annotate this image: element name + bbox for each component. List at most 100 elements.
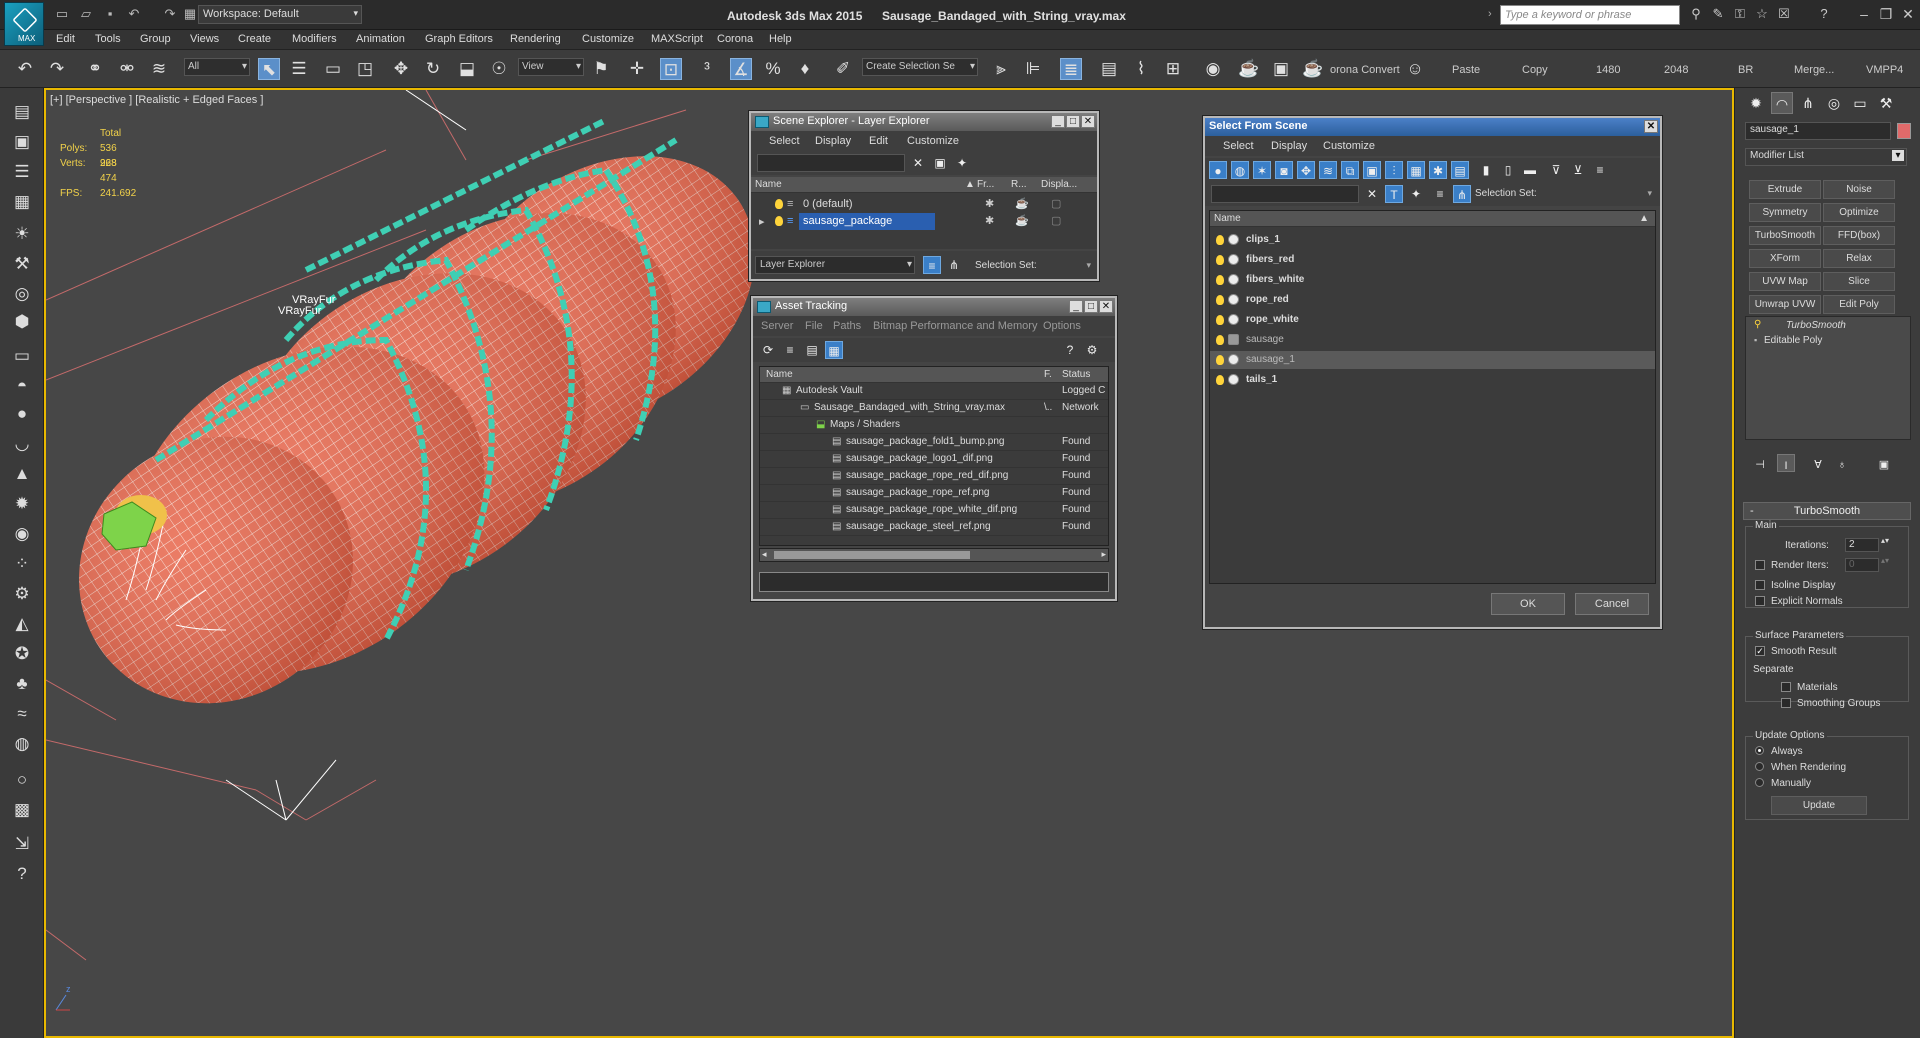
named-selection-sets-dropdown[interactable]: Create Selection Se ▾: [862, 58, 978, 76]
minimize-button[interactable]: _: [1069, 300, 1083, 313]
se-col-render[interactable]: R...: [1011, 179, 1027, 190]
filter-groups-icon[interactable]: ⧉: [1341, 161, 1359, 179]
layer-visibility-icon[interactable]: [775, 216, 783, 226]
menu-edit[interactable]: Edit: [56, 33, 75, 45]
texture-icon[interactable]: ◍: [10, 732, 34, 756]
sphere-icon[interactable]: ●: [10, 402, 34, 426]
modifier-button-turbosmooth[interactable]: TurboSmooth: [1749, 226, 1821, 245]
freeze-icon[interactable]: ✱: [985, 214, 994, 227]
ball-icon[interactable]: ○: [10, 768, 34, 792]
add-selection-icon[interactable]: ✦: [1407, 185, 1425, 203]
modifier-button-symmetry[interactable]: Symmetry: [1749, 203, 1821, 222]
edit-named-selection-icon[interactable]: ✐: [832, 58, 854, 80]
favorites-icon[interactable]: ☆: [1754, 6, 1770, 22]
copy-button[interactable]: Copy: [1522, 64, 1548, 76]
at-menu-options[interactable]: Options: [1043, 320, 1081, 332]
globe-icon[interactable]: ✪: [10, 642, 34, 666]
thumbnail-view-icon[interactable]: ▤: [803, 341, 821, 359]
disc-icon[interactable]: ◉: [10, 522, 34, 546]
unlink-icon[interactable]: ⚮: [116, 58, 138, 80]
export-icon[interactable]: ⇲: [10, 832, 34, 856]
update-button[interactable]: Update: [1771, 796, 1867, 815]
smoothing-groups-checkbox[interactable]: [1781, 698, 1791, 708]
object-name-input[interactable]: sausage_1: [1745, 122, 1891, 140]
spinner-snap-icon[interactable]: ♦: [794, 58, 816, 80]
rect-selection-icon[interactable]: ▭: [322, 58, 344, 80]
se-menu-select[interactable]: Select: [769, 135, 800, 147]
sausage-model[interactable]: [46, 101, 806, 756]
configure-sets-icon[interactable]: ▣: [1875, 454, 1893, 472]
ok-button[interactable]: OK: [1491, 593, 1565, 615]
corona-icon[interactable]: ☺: [1404, 58, 1426, 80]
render-teapot-icon[interactable]: ☕: [1015, 214, 1029, 227]
manually-radio[interactable]: [1755, 778, 1764, 787]
menu-create[interactable]: Create: [238, 33, 271, 45]
hierarchy-tab-icon[interactable]: ⋔: [1797, 92, 1819, 114]
bind-spacewarp-icon[interactable]: ≋: [148, 58, 170, 80]
particles-icon[interactable]: ⁘: [10, 552, 34, 576]
maximize-button[interactable]: □: [1066, 115, 1080, 128]
at-col-f[interactable]: F.: [1044, 369, 1052, 380]
cone-icon[interactable]: ▲: [10, 462, 34, 486]
menu-animation[interactable]: Animation: [356, 33, 405, 45]
se-col-freeze[interactable]: Fr...: [977, 179, 994, 190]
menu-rendering[interactable]: Rendering: [510, 33, 561, 45]
modify-tab-icon[interactable]: ◠: [1771, 92, 1793, 114]
grid-icon[interactable]: ▦: [10, 190, 34, 214]
link-icon[interactable]: ⚭: [84, 58, 106, 80]
stack-item-turbosmooth[interactable]: ⚲ TurboSmooth: [1746, 319, 1910, 334]
asset-tracking-titlebar[interactable]: Asset Tracking _ □ ✕: [753, 298, 1115, 316]
pin-stack-icon[interactable]: ⊣: [1751, 454, 1769, 472]
asset-row[interactable]: ⬓ Maps / Shaders: [760, 417, 1108, 434]
menu-help[interactable]: Help: [769, 33, 792, 45]
bowl-icon[interactable]: ◡: [10, 432, 34, 456]
modifier-button-optimize[interactable]: Optimize: [1823, 203, 1895, 222]
undo-icon[interactable]: ↶: [14, 58, 36, 80]
filter-hidden-icon[interactable]: ▤: [1451, 161, 1469, 179]
menu-graph-editors[interactable]: Graph Editors: [425, 33, 493, 45]
at-menu-bitmap[interactable]: Bitmap Performance and Memory: [873, 320, 1037, 332]
render-teapot-icon[interactable]: ☕: [1015, 197, 1029, 210]
display-box-icon[interactable]: ▢: [1051, 214, 1061, 227]
asset-row[interactable]: ▤ sausage_package_logo1_dif.png Found: [760, 451, 1108, 468]
filter-icon[interactable]: ⊽: [1547, 161, 1565, 179]
window-crossing-icon[interactable]: ◳: [354, 58, 376, 80]
smooth-result-checkbox[interactable]: ✓: [1755, 646, 1765, 656]
menu-maxscript[interactable]: MAXScript: [651, 33, 703, 45]
merge-button[interactable]: Merge...: [1794, 64, 1834, 76]
sfs-menu-select[interactable]: Select: [1223, 140, 1254, 152]
close-button[interactable]: ✕: [1081, 115, 1095, 128]
render-iters-checkbox[interactable]: [1755, 560, 1765, 570]
dome-icon[interactable]: ◓: [10, 374, 34, 398]
scene-object-row[interactable]: rope_red: [1210, 291, 1655, 309]
asset-row[interactable]: ▤ sausage_package_fold1_bump.png Found: [760, 434, 1108, 451]
mirror-icon[interactable]: ⫸: [990, 58, 1012, 80]
sort-options-icon[interactable]: ≡: [1591, 161, 1609, 179]
hierarchy-icon[interactable]: ⋔: [945, 256, 963, 274]
scene-object-row[interactable]: sausage_1: [1210, 351, 1655, 369]
camera-icon[interactable]: ◎: [10, 282, 34, 306]
visibility-bulb-icon[interactable]: [1216, 335, 1224, 345]
help-icon[interactable]: ?: [1816, 6, 1832, 22]
layer-row-default[interactable]: ≡ 0 (default) ✱ ☕ ▢: [751, 196, 1097, 213]
workspace-dropdown[interactable]: Workspace: Default ▾: [198, 5, 362, 24]
create-tab-icon[interactable]: ✹: [1745, 92, 1767, 114]
modifier-on-icon[interactable]: ⚲: [1754, 319, 1761, 330]
modifier-button-unwrap-uvw[interactable]: Unwrap UVW: [1749, 295, 1821, 314]
at-menu-file[interactable]: File: [805, 320, 823, 332]
chevron-down-icon[interactable]: ▾: [1086, 260, 1091, 271]
keyboard-shortcut-override-icon[interactable]: ⊡: [660, 58, 682, 80]
scene-object-row[interactable]: tails_1: [1210, 371, 1655, 389]
layer-visibility-icon[interactable]: [775, 199, 783, 209]
project-folder-icon[interactable]: ▦: [182, 6, 198, 22]
menu-tools[interactable]: Tools: [95, 33, 121, 45]
minimize-button[interactable]: _: [1051, 115, 1065, 128]
redo-icon[interactable]: ↷: [162, 6, 178, 22]
filter-lights-icon[interactable]: ✶: [1253, 161, 1271, 179]
menu-modifiers[interactable]: Modifiers: [292, 33, 337, 45]
open-file-icon[interactable]: ▱: [78, 6, 94, 22]
freeze-icon[interactable]: ✱: [985, 197, 994, 210]
modifier-button-ffd-box[interactable]: FFD(box): [1823, 226, 1895, 245]
select-by-name-icon[interactable]: ☰: [288, 58, 310, 80]
asset-row[interactable]: ▤ sausage_package_steel_ref.png Found: [760, 519, 1108, 536]
